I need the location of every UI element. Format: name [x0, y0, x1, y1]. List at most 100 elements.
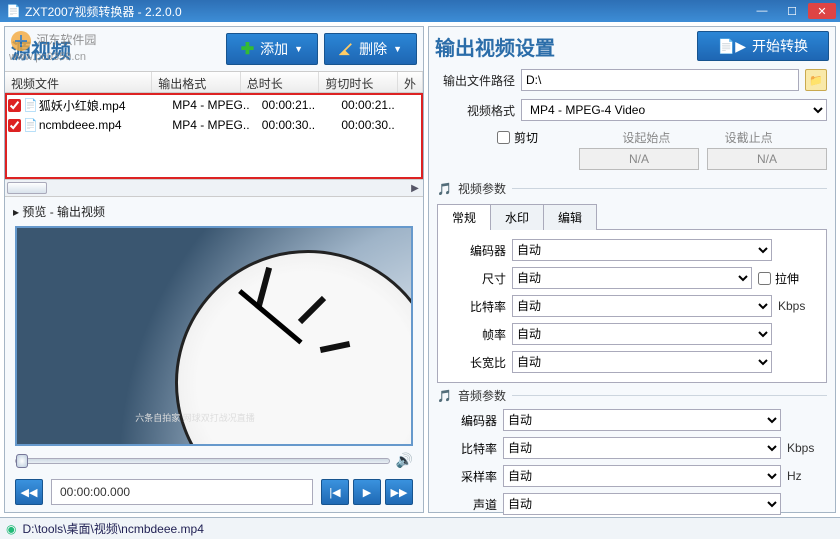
- status-bar: ◉ D:\tools\桌面\视频\ncmbdeee.mp4: [0, 517, 840, 539]
- h-scrollbar[interactable]: ▶: [5, 179, 423, 197]
- convert-label: 开始转换: [752, 36, 808, 56]
- tab-general[interactable]: 常规: [437, 204, 491, 230]
- row-checkbox[interactable]: [8, 99, 21, 112]
- source-heading: 源视频: [11, 35, 220, 64]
- v-aspect-select[interactable]: 自动: [512, 351, 772, 373]
- v-size-label: 尺寸: [446, 270, 506, 287]
- delete-label: 删除: [359, 39, 387, 59]
- file-icon: 📄: [23, 98, 39, 112]
- convert-icon: 📄▶: [718, 38, 746, 55]
- stretch-checkbox[interactable]: [758, 272, 771, 285]
- path-input[interactable]: [521, 69, 799, 91]
- playback-controls: ◀◀ 00:00:00.000 |◀ ▶ ▶▶: [5, 475, 423, 511]
- dropdown-icon: ▼: [294, 44, 303, 54]
- tab-watermark[interactable]: 水印: [490, 204, 544, 230]
- volume-icon[interactable]: 🔊: [396, 452, 413, 469]
- v-size-select[interactable]: 自动: [512, 267, 752, 289]
- seek-row: 🔊: [5, 446, 423, 475]
- table-row[interactable]: 📄 ncmbdeee.mp4 MP4 - MPEG.. 00:00:30.. 0…: [7, 115, 421, 135]
- table-row[interactable]: 📄 狐妖小红娘.mp4 MP4 - MPEG.. 00:00:21.. 00:0…: [7, 95, 421, 115]
- v-fps-select[interactable]: 自动: [512, 323, 772, 345]
- path-label: 输出文件路径: [437, 72, 515, 89]
- cell-file: 狐妖小红娘.mp4: [39, 97, 172, 114]
- v-encoder-select[interactable]: 自动: [512, 239, 772, 261]
- delete-button[interactable]: 删除 ▼: [324, 33, 417, 65]
- format-select[interactable]: MP4 - MPEG-4 Video: [521, 99, 827, 121]
- output-panel: 输出视频设置 📄▶ 开始转换 输出文件路径 📁 视频格式 MP4 - MPEG-…: [428, 26, 836, 513]
- convert-button[interactable]: 📄▶ 开始转换: [697, 31, 829, 61]
- video-tab-body: 编码器自动 尺寸自动拉伸 比特率自动Kbps 帧率自动 长宽比自动: [437, 230, 827, 383]
- a-sample-unit: Hz: [787, 469, 827, 483]
- col-duration[interactable]: 总时长: [241, 72, 320, 92]
- clip-checkbox[interactable]: [497, 131, 510, 144]
- file-list: 📄 狐妖小红娘.mp4 MP4 - MPEG.. 00:00:21.. 00:0…: [5, 93, 423, 179]
- seek-thumb[interactable]: [16, 454, 28, 468]
- prev-button[interactable]: |◀: [321, 479, 349, 505]
- clip-values: N/A N/A: [429, 148, 835, 176]
- a-channel-label: 声道: [437, 496, 497, 513]
- cell-duration: 00:00:30..: [262, 118, 342, 132]
- tab-edit[interactable]: 编辑: [543, 204, 597, 230]
- scroll-right-icon[interactable]: ▶: [407, 183, 423, 194]
- row-checkbox[interactable]: [8, 119, 21, 132]
- cell-format: MP4 - MPEG..: [172, 98, 262, 112]
- format-label: 视频格式: [437, 102, 515, 119]
- title-text: ZXT2007视频转换器 - 2.2.0.0: [25, 3, 182, 20]
- seek-slider[interactable]: [15, 458, 390, 464]
- status-icon: ◉: [6, 522, 16, 536]
- cell-file: ncmbdeee.mp4: [39, 118, 172, 132]
- browse-button[interactable]: 📁: [805, 69, 827, 91]
- a-sample-select[interactable]: 自动: [503, 465, 781, 487]
- cell-clip: 00:00:21..: [341, 98, 421, 112]
- a-bitrate-unit: Kbps: [787, 441, 827, 455]
- status-text: D:\tools\桌面\视频\ncmbdeee.mp4: [22, 520, 203, 537]
- output-header: 输出视频设置 📄▶ 开始转换: [429, 27, 835, 65]
- source-panel: 河东软件园 www.pc0359.cn 源视频 ✚ 添加 ▼ 删除 ▼ 视频文件…: [4, 26, 424, 513]
- v-bitrate-select[interactable]: 自动: [512, 295, 772, 317]
- a-bitrate-select[interactable]: 自动: [503, 437, 781, 459]
- col-ext[interactable]: 外: [398, 72, 423, 92]
- play-button[interactable]: ▶: [353, 479, 381, 505]
- col-clip[interactable]: 剪切时长: [319, 72, 398, 92]
- clip-end-label: 设截止点: [725, 129, 773, 146]
- table-header: 视频文件 输出格式 总时长 剪切时长 外: [5, 71, 423, 93]
- v-aspect-label: 长宽比: [446, 354, 506, 371]
- preview-label: ▸ 预览 - 输出视频: [5, 197, 423, 226]
- clip-checkbox-wrap[interactable]: 剪切: [497, 129, 538, 146]
- output-path-row: 输出文件路径 📁: [429, 65, 835, 95]
- dropdown-icon: ▼: [393, 44, 402, 54]
- video-section-label: 视频参数: [458, 180, 506, 197]
- add-label: 添加: [260, 39, 288, 59]
- cell-format: MP4 - MPEG..: [172, 118, 262, 132]
- forward-button[interactable]: ▶▶: [385, 479, 413, 505]
- rewind-button[interactable]: ◀◀: [15, 479, 43, 505]
- col-file[interactable]: 视频文件: [5, 72, 152, 92]
- minimize-button[interactable]: —: [748, 3, 776, 19]
- a-sample-label: 采样率: [437, 468, 497, 485]
- window-title: 📄 ZXT2007视频转换器 - 2.2.0.0: [4, 3, 746, 20]
- scroll-thumb[interactable]: [7, 182, 47, 194]
- video-format-row: 视频格式 MP4 - MPEG-4 Video: [429, 95, 835, 125]
- a-bitrate-label: 比特率: [437, 440, 497, 457]
- close-button[interactable]: ✕: [808, 3, 836, 19]
- cell-duration: 00:00:21..: [262, 98, 342, 112]
- stretch-label: 拉伸: [775, 270, 799, 287]
- broom-icon: [339, 42, 353, 56]
- col-format[interactable]: 输出格式: [152, 72, 240, 92]
- video-tabs: 常规 水印 编辑: [437, 203, 827, 230]
- preview-caption: 六条自拍家 网球双打战况直播: [135, 411, 255, 424]
- a-encoder-select[interactable]: 自动: [503, 409, 781, 431]
- v-fps-label: 帧率: [446, 326, 506, 343]
- a-encoder-label: 编码器: [437, 412, 497, 429]
- time-display: 00:00:00.000: [51, 479, 313, 505]
- file-icon: 📄: [23, 118, 39, 132]
- v-encoder-label: 编码器: [446, 242, 506, 259]
- a-channel-select[interactable]: 自动: [503, 493, 781, 515]
- source-header: 河东软件园 www.pc0359.cn 源视频 ✚ 添加 ▼ 删除 ▼: [5, 27, 423, 71]
- maximize-button[interactable]: ☐: [778, 3, 806, 19]
- clip-label: 剪切: [514, 129, 538, 146]
- v-bitrate-label: 比特率: [446, 298, 506, 315]
- preview-area: 六条自拍家 网球双打战况直播: [15, 226, 413, 446]
- clip-start-value: N/A: [579, 148, 699, 170]
- add-button[interactable]: ✚ 添加 ▼: [226, 33, 318, 65]
